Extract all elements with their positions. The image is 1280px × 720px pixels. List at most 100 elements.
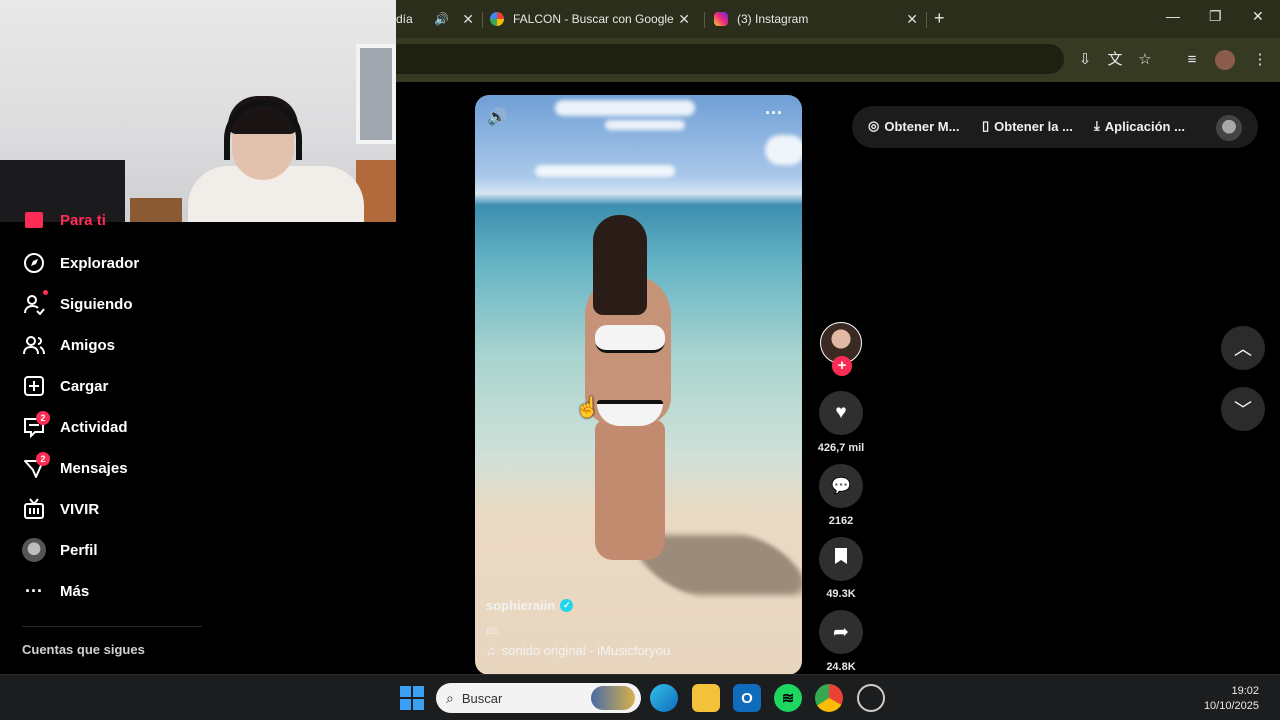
close-window-icon[interactable]: ✕: [1252, 8, 1264, 25]
clock-date[interactable]: 10/10/2025: [1204, 700, 1259, 712]
live-icon: [22, 497, 46, 521]
bookmark-star-icon[interactable]: ☆: [1135, 50, 1155, 70]
home-icon: [22, 208, 46, 232]
messages-badge: 2: [36, 452, 50, 466]
comment-button[interactable]: 💬: [819, 464, 863, 508]
install-app-icon[interactable]: ⇩: [1075, 50, 1095, 70]
sidebar-item-messages[interactable]: 2 Mensajes: [22, 452, 128, 484]
desktop-app-link[interactable]: ⤓ Aplicación ...: [1094, 118, 1185, 134]
video-player[interactable]: 🔊 ··· sophieraiin ✓ BS ♫ sonido original…: [475, 95, 802, 675]
sidebar-item-friends[interactable]: Amigos: [22, 329, 115, 361]
action-rail: + ♥ 426,7 mil 💬 2162 49.3K ➦ 24.8K: [815, 320, 867, 680]
sidebar-item-activity[interactable]: 2 Actividad: [22, 411, 128, 443]
profile-avatar-icon[interactable]: [1215, 50, 1235, 70]
upload-icon: [22, 374, 46, 398]
comment-icon: 💬: [831, 478, 851, 495]
search-highlight-icon: [591, 686, 635, 710]
video-tag: BS: [486, 626, 499, 636]
restore-icon[interactable]: ❐: [1209, 8, 1222, 25]
chevron-down-icon: ﹀: [1234, 400, 1252, 420]
chevron-up-icon: ︿: [1234, 339, 1252, 359]
compass-icon: [22, 251, 46, 275]
top-actions-bar: ◎ Obtener M... ▯ Obtener la ... ⤓ Aplica…: [852, 106, 1258, 148]
sidebar-item-for-you[interactable]: Para ti: [22, 208, 106, 232]
tab-label: (3) Instagram: [737, 12, 809, 26]
sidebar: Para ti Explorador Siguiendo Amigos Carg…: [0, 212, 210, 674]
tab-label: FALCON - Buscar con Google: [513, 12, 674, 26]
chrome-icon[interactable]: [815, 684, 843, 712]
like-count: 426,7 mil: [817, 442, 865, 454]
following-icon: [22, 290, 48, 316]
verified-badge-icon: ✓: [560, 599, 574, 612]
sound-name[interactable]: sonido original - iMusicforyou: [502, 643, 670, 658]
following-accounts-header: Cuentas que sigues: [22, 642, 145, 657]
like-button[interactable]: ♥: [819, 391, 863, 435]
menu-dots-icon[interactable]: ⋮: [1250, 50, 1270, 70]
next-video-button[interactable]: ﹀: [1221, 387, 1265, 431]
close-tab-icon[interactable]: ✕: [678, 11, 690, 28]
more-options-icon[interactable]: ···: [765, 103, 783, 124]
share-count: 24.8K: [826, 661, 856, 673]
sidebar-item-more[interactable]: ··· Más: [22, 575, 89, 607]
coin-icon: ◎: [868, 118, 880, 133]
activity-icon: 2: [22, 411, 50, 439]
browser-toolbar: ⇩ 文 ☆ ≡ ⋮: [396, 38, 1280, 82]
comment-count: 2162: [828, 515, 854, 527]
sidebar-item-explore[interactable]: Explorador: [22, 247, 139, 279]
minimize-icon[interactable]: —: [1166, 8, 1180, 24]
phone-icon: ▯: [982, 118, 990, 133]
follow-plus-icon[interactable]: +: [832, 356, 852, 376]
tab-audio[interactable]: día 🔊 ✕: [396, 0, 474, 38]
sidebar-item-upload[interactable]: Cargar: [22, 370, 108, 402]
search-placeholder: Buscar: [461, 690, 503, 706]
save-button[interactable]: [819, 537, 863, 581]
previous-video-button[interactable]: ︿: [1221, 326, 1265, 370]
taskbar-search[interactable]: ⌕ Buscar: [436, 683, 641, 713]
file-explorer-icon[interactable]: [692, 684, 720, 712]
address-bar[interactable]: [396, 44, 1064, 74]
close-tab-icon[interactable]: ✕: [906, 11, 918, 28]
get-coins-link[interactable]: ◎ Obtener M...: [868, 118, 959, 134]
get-app-link[interactable]: ▯ Obtener la ...: [982, 118, 1073, 134]
search-icon: ⌕: [446, 689, 454, 706]
app-icon[interactable]: [857, 684, 885, 712]
divider: [22, 626, 202, 627]
sidebar-item-profile[interactable]: Perfil: [22, 534, 98, 566]
profile-avatar-icon: [22, 538, 46, 562]
new-tab-button[interactable]: +: [934, 8, 945, 29]
tab-google-search[interactable]: FALCON - Buscar con Google ✕: [490, 0, 690, 38]
tab-label: día: [396, 12, 413, 26]
instagram-icon: [714, 12, 728, 26]
edge-icon[interactable]: [650, 684, 678, 712]
volume-icon[interactable]: 🔊: [487, 107, 507, 127]
browser-tab-bar: día 🔊 ✕ FALCON - Buscar con Google ✕ (3)…: [396, 0, 1280, 38]
friends-icon: [22, 333, 46, 357]
clock-time[interactable]: 19:02: [1231, 685, 1259, 697]
mouse-cursor-icon: ☝: [575, 397, 600, 419]
download-icon: ⤓: [1094, 118, 1100, 133]
author-name[interactable]: sophieraiin: [486, 598, 555, 613]
music-note-icon: ♫: [486, 643, 496, 658]
video-author[interactable]: sophieraiin ✓: [486, 598, 574, 613]
save-count: 49.3K: [826, 588, 856, 600]
outlook-icon[interactable]: O: [733, 684, 761, 712]
activity-badge: 2: [36, 411, 50, 425]
sidebar-item-live[interactable]: VIVIR: [22, 493, 99, 525]
tab-instagram[interactable]: (3) Instagram ✕: [714, 0, 918, 38]
google-icon: [490, 12, 504, 26]
speaker-icon[interactable]: 🔊: [434, 12, 449, 26]
messages-icon: 2: [22, 452, 50, 480]
close-tab-icon[interactable]: ✕: [462, 11, 474, 28]
heart-icon: ♥: [835, 402, 847, 423]
share-button[interactable]: ➦: [819, 610, 863, 654]
spotify-icon[interactable]: ≋: [774, 684, 802, 712]
video-sound[interactable]: ♫ sonido original - iMusicforyou: [486, 643, 670, 658]
user-avatar[interactable]: [1216, 115, 1242, 141]
media-queue-icon[interactable]: ≡: [1182, 50, 1202, 70]
translate-icon[interactable]: 文: [1105, 50, 1125, 70]
sidebar-item-following[interactable]: Siguiendo: [22, 288, 133, 320]
bookmark-icon: [834, 547, 848, 571]
windows-taskbar: ⌕ Buscar O ≋ 19:02 10/10/2025: [0, 674, 1280, 720]
share-icon: ➦: [833, 621, 849, 643]
windows-start-icon[interactable]: [400, 686, 424, 710]
